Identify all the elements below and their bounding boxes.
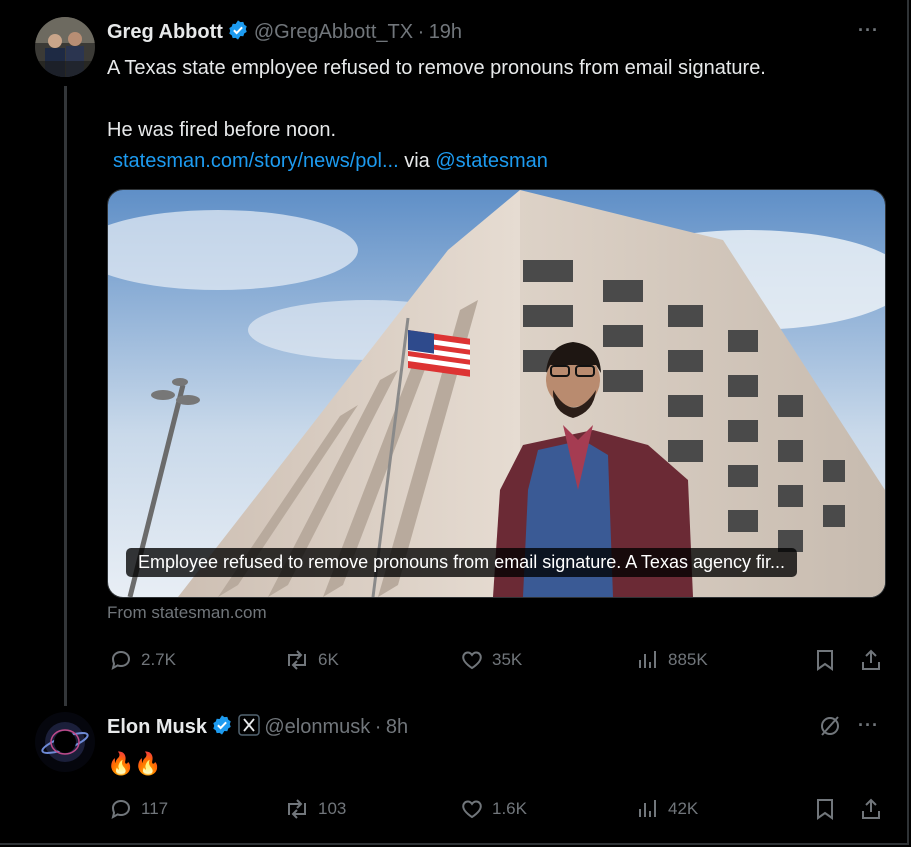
share-icon bbox=[862, 649, 880, 670]
bookmark-icon bbox=[817, 799, 833, 820]
more-icon[interactable]: ··· bbox=[858, 715, 879, 736]
tweet-time[interactable]: 19h bbox=[429, 21, 462, 43]
thread-line bbox=[64, 86, 67, 706]
separator-dot: · bbox=[374, 716, 382, 738]
like-count: 35K bbox=[492, 650, 523, 669]
grok-icon[interactable] bbox=[818, 714, 842, 743]
reply-count: 2.7K bbox=[141, 650, 176, 669]
verified-badge-icon bbox=[227, 19, 249, 46]
author-name[interactable]: Greg Abbott bbox=[107, 21, 223, 43]
views-count: 885K bbox=[668, 650, 708, 669]
repost-count: 6K bbox=[318, 650, 339, 669]
via-text: via bbox=[398, 150, 436, 172]
tweet-line-1: A Texas state employee refused to remove… bbox=[107, 57, 766, 79]
card-source[interactable]: From statesman.com bbox=[107, 603, 267, 623]
tweet-header: Greg Abbott @GregAbbott_TX · 19h bbox=[107, 19, 462, 46]
repost-count: 103 bbox=[318, 799, 347, 818]
like-count: 1.6K bbox=[492, 799, 527, 818]
card-image bbox=[108, 190, 885, 597]
avatar[interactable] bbox=[35, 712, 95, 772]
reply-button[interactable]: 2.7K bbox=[109, 648, 176, 672]
tweet-text: A Texas state employee refused to remove… bbox=[107, 53, 887, 177]
tweet-header: Elon Musk @elonmusk · 8h bbox=[107, 714, 408, 741]
author-name[interactable]: Elon Musk bbox=[107, 716, 207, 738]
bookmark-icon bbox=[817, 650, 833, 671]
author-handle[interactable]: @GregAbbott_TX bbox=[254, 21, 413, 43]
avatar[interactable] bbox=[35, 17, 95, 77]
like-button[interactable]: 1.6K bbox=[460, 797, 527, 821]
repost-button[interactable]: 6K bbox=[284, 648, 339, 672]
reply-icon bbox=[111, 799, 131, 819]
views-button[interactable]: 885K bbox=[636, 648, 708, 672]
article-link[interactable]: statesman.com/story/news/pol... bbox=[113, 150, 399, 172]
more-icon[interactable]: ··· bbox=[858, 20, 879, 41]
bookmark-button[interactable] bbox=[814, 797, 836, 821]
separator-dot: · bbox=[417, 21, 425, 43]
repost-icon bbox=[288, 799, 306, 819]
share-button[interactable] bbox=[860, 648, 882, 672]
link-card[interactable]: Employee refused to remove pronouns from… bbox=[107, 189, 886, 598]
share-icon bbox=[862, 798, 880, 819]
tweet-time[interactable]: 8h bbox=[386, 716, 408, 738]
via-handle-link[interactable]: @statesman bbox=[435, 150, 548, 172]
views-button[interactable]: 42K bbox=[636, 797, 698, 821]
author-handle[interactable]: @elonmusk bbox=[264, 716, 370, 738]
views-icon bbox=[639, 651, 656, 668]
reply-button[interactable]: 117 bbox=[109, 797, 168, 821]
x-logo-icon[interactable] bbox=[238, 714, 260, 741]
heart-icon bbox=[462, 800, 482, 819]
tweet-text: 🔥🔥 bbox=[107, 751, 162, 776]
views-count: 42K bbox=[668, 799, 699, 818]
like-button[interactable]: 35K bbox=[460, 648, 522, 672]
reply-icon bbox=[111, 650, 131, 670]
reply-count: 117 bbox=[141, 799, 169, 818]
share-button[interactable] bbox=[860, 797, 882, 821]
card-title: Employee refused to remove pronouns from… bbox=[126, 548, 798, 577]
heart-icon bbox=[462, 651, 482, 670]
repost-icon bbox=[288, 650, 306, 670]
bookmark-button[interactable] bbox=[814, 648, 836, 672]
repost-button[interactable]: 103 bbox=[284, 797, 346, 821]
verified-badge-icon bbox=[211, 714, 233, 741]
tweet-line-2: He was fired before noon. bbox=[107, 119, 337, 141]
views-icon bbox=[639, 800, 656, 817]
